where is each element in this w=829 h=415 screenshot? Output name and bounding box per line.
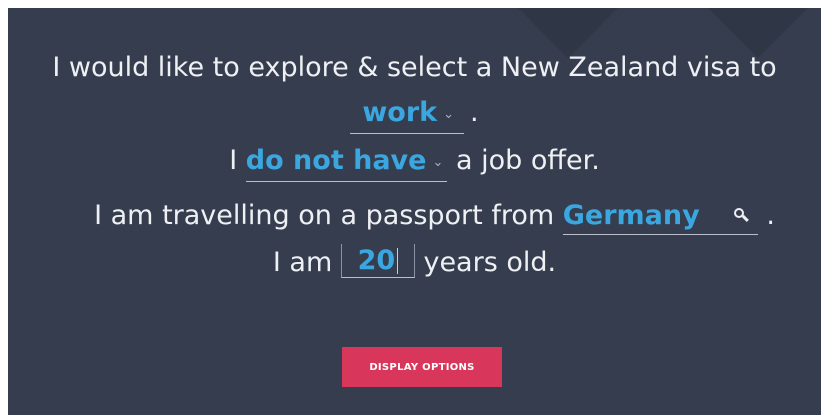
period-text: . xyxy=(470,97,479,128)
purpose-select[interactable]: work ⌄ xyxy=(350,95,465,134)
line5-suffix: years old. xyxy=(423,247,557,278)
sentence-line-3: I do not have ⌄ a job offer. xyxy=(8,141,821,182)
line3-prefix: I xyxy=(229,145,238,176)
line3-suffix: a job offer. xyxy=(455,145,600,176)
search-icon[interactable] xyxy=(733,208,749,222)
line5-prefix: I am xyxy=(272,247,333,278)
purpose-value: work xyxy=(362,97,438,128)
period-text: . xyxy=(766,200,775,231)
visa-form-panel: I would like to explore & select a New Z… xyxy=(8,8,821,415)
chevron-down-icon: ⌄ xyxy=(443,107,455,122)
age-input[interactable]: 20 xyxy=(340,243,415,278)
passport-value: Germany xyxy=(562,200,700,231)
display-options-button[interactable]: DISPLAY OPTIONS xyxy=(342,347,502,387)
sentence-line-1: I would like to explore & select a New Z… xyxy=(52,52,777,83)
sentence-line-2: work ⌄. xyxy=(8,93,821,134)
text-cursor xyxy=(397,248,399,274)
job-offer-value: do not have xyxy=(245,145,427,176)
job-offer-select[interactable]: do not have ⌄ xyxy=(245,143,448,182)
age-value: 20 xyxy=(357,244,396,276)
passport-country-input[interactable]: Germany xyxy=(562,198,758,235)
sentence-line-4: I am travelling on a passport from Germa… xyxy=(48,196,821,236)
line4-prefix: I am travelling on a passport from xyxy=(94,200,555,231)
chevron-down-icon: ⌄ xyxy=(432,155,444,170)
sentence-line-5: I am 20 years old. xyxy=(8,243,821,283)
